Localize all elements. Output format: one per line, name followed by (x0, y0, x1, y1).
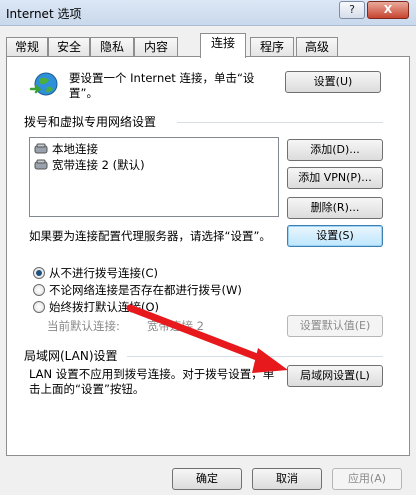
close-button[interactable]: X (367, 1, 409, 19)
radio-dial-whenever[interactable]: 不论网络连接是否存在都进行拨号(W) (33, 282, 242, 298)
setup-button[interactable]: 设置(U) (285, 71, 381, 93)
window-title: Internet 选项 (6, 7, 82, 21)
tab-security[interactable]: 安全 (48, 37, 90, 57)
proxy-settings-button[interactable]: 设置(S) (287, 225, 383, 247)
cancel-button[interactable]: 取消 (252, 468, 322, 490)
current-default-value: 宽带连接 2 (147, 319, 204, 333)
dialup-group-title: 拨号和虚拟专用网络设置 (24, 115, 157, 129)
add-button[interactable]: 添加(D)... (287, 139, 383, 161)
lan-text: LAN 设置不应用到拨号连接。对于拨号设置，单击上面的“设置”按钮。 (29, 367, 275, 396)
tab-content[interactable]: 内容 (134, 37, 178, 57)
phone-icon (34, 143, 48, 154)
list-item[interactable]: 本地连接 (34, 141, 98, 157)
apply-button[interactable]: 应用(A) (332, 468, 402, 490)
delete-button[interactable]: 删除(R)... (287, 197, 383, 219)
connection-list[interactable]: 本地连接 宽带连接 2 (默认) (29, 137, 279, 217)
dialup-group-divider (177, 122, 383, 123)
tab-privacy[interactable]: 隐私 (90, 37, 134, 57)
set-default-button[interactable]: 设置默认值(E) (287, 315, 383, 337)
radio-label: 始终拨打默认连接(O) (49, 300, 160, 314)
lan-settings-button[interactable]: 局域网设置(L) (287, 365, 383, 387)
radio-dot[interactable] (33, 301, 45, 313)
lan-group-title: 局域网(LAN)设置 (24, 349, 118, 363)
connections-panel: 要设置一个 Internet 连接，单击“设置”。 设置(U) 拨号和虚拟专用网… (6, 56, 410, 456)
radio-label: 从不进行拨号连接(C) (49, 266, 159, 280)
dialog-footer: 确定 取消 应用(A) (0, 456, 416, 495)
tab-general[interactable]: 常规 (6, 37, 48, 57)
radio-never-dial[interactable]: 从不进行拨号连接(C) (33, 265, 158, 281)
lan-group-divider (127, 356, 383, 357)
help-button[interactable]: ? (339, 1, 365, 19)
connection-name: 宽带连接 2 (默认) (52, 158, 145, 172)
setup-text: 要设置一个 Internet 连接，单击“设置”。 (69, 71, 255, 100)
tab-connections[interactable]: 连接 (200, 33, 246, 58)
tab-advanced[interactable]: 高级 (296, 37, 338, 57)
list-item[interactable]: 宽带连接 2 (默认) (34, 157, 145, 173)
connection-name: 本地连接 (52, 142, 98, 156)
ok-button[interactable]: 确定 (172, 468, 242, 490)
radio-always-dial[interactable]: 始终拨打默认连接(O) (33, 299, 159, 315)
add-vpn-button[interactable]: 添加 VPN(P)... (287, 167, 383, 189)
radio-dot[interactable] (33, 284, 45, 296)
current-default-label: 当前默认连接: (47, 319, 120, 333)
title-bar: Internet 选项 ? X (0, 0, 416, 26)
proxy-text: 如果要为连接配置代理服务器，请选择“设置”。 (29, 229, 271, 243)
radio-label: 不论网络连接是否存在都进行拨号(W) (49, 283, 242, 297)
phone-icon (34, 159, 48, 170)
radio-dot[interactable] (33, 267, 45, 279)
tab-programs[interactable]: 程序 (250, 37, 294, 57)
globe-icon (29, 72, 58, 96)
